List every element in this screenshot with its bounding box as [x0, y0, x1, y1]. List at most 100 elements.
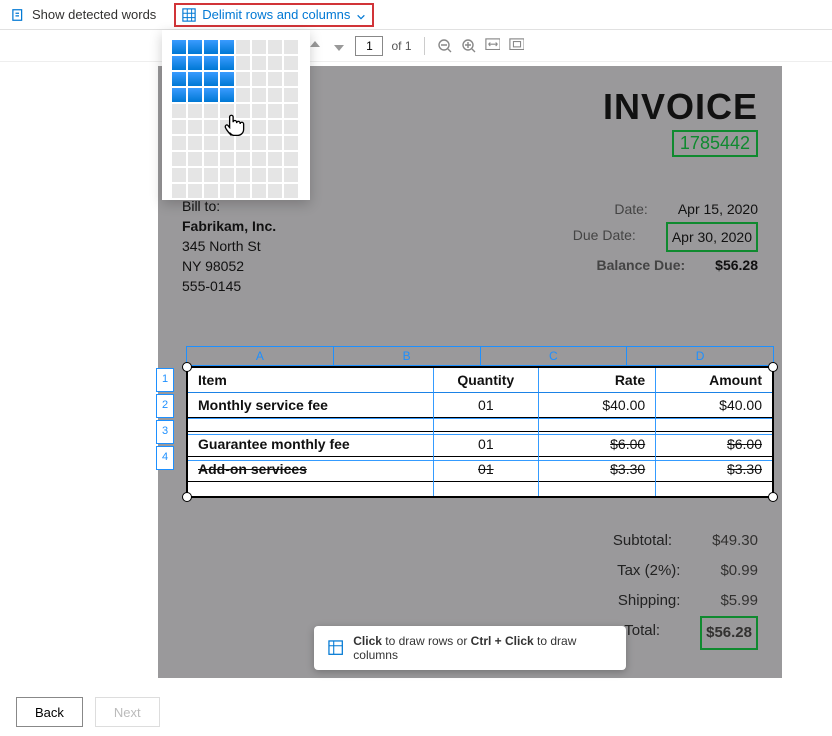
grid-cell[interactable] — [284, 56, 298, 70]
grid-cell[interactable] — [172, 56, 186, 70]
grid-cell[interactable] — [236, 184, 250, 198]
grid-cell[interactable] — [172, 168, 186, 182]
grid-cell[interactable] — [236, 40, 250, 54]
grid-cell[interactable] — [220, 72, 234, 86]
grid-cell[interactable] — [220, 136, 234, 150]
grid-cell[interactable] — [172, 88, 186, 102]
grid-cell[interactable] — [188, 72, 202, 86]
grid-cell[interactable] — [220, 152, 234, 166]
grid-cell[interactable] — [204, 184, 218, 198]
grid-cell[interactable] — [204, 72, 218, 86]
grid-cell[interactable] — [236, 136, 250, 150]
grid-cell[interactable] — [204, 152, 218, 166]
invoice-table[interactable]: Item Quantity Rate Amount Monthly servic… — [186, 366, 774, 498]
grid-cell[interactable] — [172, 184, 186, 198]
grid-cell[interactable] — [268, 104, 282, 118]
grid-cell[interactable] — [204, 136, 218, 150]
grid-cell[interactable] — [188, 104, 202, 118]
grid-cell[interactable] — [268, 88, 282, 102]
grid-cell[interactable] — [252, 120, 266, 134]
table-handle[interactable] — [768, 362, 778, 372]
grid-cell[interactable] — [236, 72, 250, 86]
row-num-2[interactable]: 2 — [156, 394, 174, 418]
page-down-icon[interactable] — [331, 38, 347, 54]
grid-cells[interactable] — [172, 40, 300, 198]
col-letter-b[interactable]: B — [334, 347, 481, 365]
grid-cell[interactable] — [284, 104, 298, 118]
col-letter-d[interactable]: D — [627, 347, 773, 365]
grid-cell[interactable] — [284, 168, 298, 182]
grid-cell[interactable] — [188, 184, 202, 198]
delimit-rows-columns-button[interactable]: Delimit rows and columns — [174, 3, 374, 27]
grid-cell[interactable] — [172, 104, 186, 118]
grid-cell[interactable] — [172, 136, 186, 150]
grid-cell[interactable] — [220, 168, 234, 182]
grid-cell[interactable] — [172, 120, 186, 134]
grid-cell[interactable] — [188, 136, 202, 150]
back-button[interactable]: Back — [16, 697, 83, 727]
row-num-3[interactable]: 3 — [156, 420, 174, 444]
row-num-1[interactable]: 1 — [156, 368, 174, 392]
grid-cell[interactable] — [172, 40, 186, 54]
col-letter-c[interactable]: C — [481, 347, 628, 365]
grid-cell[interactable] — [236, 152, 250, 166]
grid-cell[interactable] — [236, 104, 250, 118]
row-num-4[interactable]: 4 — [156, 446, 174, 470]
grid-cell[interactable] — [220, 56, 234, 70]
grid-cell[interactable] — [236, 56, 250, 70]
grid-cell[interactable] — [188, 56, 202, 70]
show-detected-words-button[interactable]: Show detected words — [12, 7, 156, 22]
grid-size-popover[interactable] — [162, 30, 310, 200]
grid-cell[interactable] — [252, 104, 266, 118]
table-handle[interactable] — [182, 362, 192, 372]
table-selection-area[interactable]: A B C D 1 2 3 4 Item Quantity Rate Amoun… — [156, 346, 774, 498]
grid-cell[interactable] — [204, 120, 218, 134]
grid-cell[interactable] — [204, 40, 218, 54]
grid-cell[interactable] — [188, 168, 202, 182]
table-handle[interactable] — [768, 492, 778, 502]
grid-cell[interactable] — [220, 88, 234, 102]
grid-cell[interactable] — [268, 152, 282, 166]
zoom-out-icon[interactable] — [437, 38, 453, 54]
grid-cell[interactable] — [204, 104, 218, 118]
grid-cell[interactable] — [252, 168, 266, 182]
grid-cell[interactable] — [236, 168, 250, 182]
grid-cell[interactable] — [236, 120, 250, 134]
grid-cell[interactable] — [284, 136, 298, 150]
grid-cell[interactable] — [220, 184, 234, 198]
grid-cell[interactable] — [268, 40, 282, 54]
grid-cell[interactable] — [268, 120, 282, 134]
table-handle[interactable] — [182, 492, 192, 502]
grid-cell[interactable] — [284, 72, 298, 86]
grid-cell[interactable] — [204, 88, 218, 102]
grid-cell[interactable] — [268, 168, 282, 182]
grid-cell[interactable] — [268, 136, 282, 150]
grid-cell[interactable] — [172, 72, 186, 86]
grid-cell[interactable] — [284, 184, 298, 198]
grid-cell[interactable] — [220, 120, 234, 134]
grid-cell[interactable] — [188, 40, 202, 54]
grid-cell[interactable] — [252, 72, 266, 86]
grid-cell[interactable] — [268, 184, 282, 198]
grid-cell[interactable] — [284, 40, 298, 54]
grid-cell[interactable] — [188, 88, 202, 102]
grid-cell[interactable] — [204, 56, 218, 70]
grid-cell[interactable] — [252, 88, 266, 102]
grid-cell[interactable] — [284, 152, 298, 166]
grid-cell[interactable] — [284, 120, 298, 134]
grid-cell[interactable] — [172, 152, 186, 166]
grid-cell[interactable] — [268, 72, 282, 86]
grid-cell[interactable] — [252, 152, 266, 166]
fit-width-icon[interactable] — [485, 38, 501, 54]
zoom-in-icon[interactable] — [461, 38, 477, 54]
grid-cell[interactable] — [188, 152, 202, 166]
grid-cell[interactable] — [220, 40, 234, 54]
grid-cell[interactable] — [284, 88, 298, 102]
grid-cell[interactable] — [252, 40, 266, 54]
grid-cell[interactable] — [268, 56, 282, 70]
grid-cell[interactable] — [220, 104, 234, 118]
grid-cell[interactable] — [236, 88, 250, 102]
fit-page-icon[interactable] — [509, 38, 525, 54]
grid-cell[interactable] — [204, 168, 218, 182]
grid-cell[interactable] — [252, 136, 266, 150]
